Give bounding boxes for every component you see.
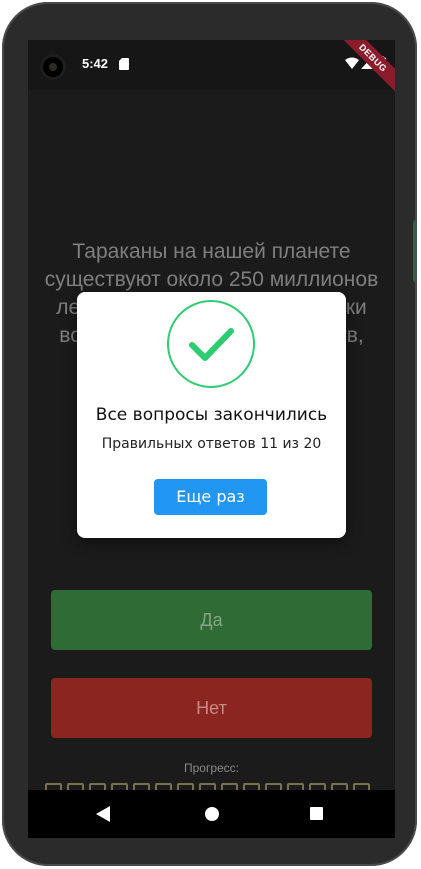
dialog-description: Правильных ответов 11 из 20 <box>101 436 322 452</box>
modal-overlay[interactable]: Все вопросы закончились Правильных ответ… <box>28 40 395 838</box>
retry-button[interactable]: Еще раз <box>154 479 267 515</box>
check-circle-icon <box>167 300 255 388</box>
side-button <box>413 220 417 282</box>
phone-frame: Тараканы на нашей планете существуют око… <box>2 2 417 866</box>
screen: Тараканы на нашей планете существуют око… <box>28 40 395 838</box>
recents-icon[interactable] <box>310 807 323 820</box>
result-dialog: Все вопросы закончились Правильных ответ… <box>77 292 346 538</box>
home-icon[interactable] <box>205 807 219 821</box>
navigation-bar <box>28 790 395 838</box>
dialog-title: Все вопросы закончились <box>95 405 328 425</box>
back-icon[interactable] <box>96 806 110 822</box>
